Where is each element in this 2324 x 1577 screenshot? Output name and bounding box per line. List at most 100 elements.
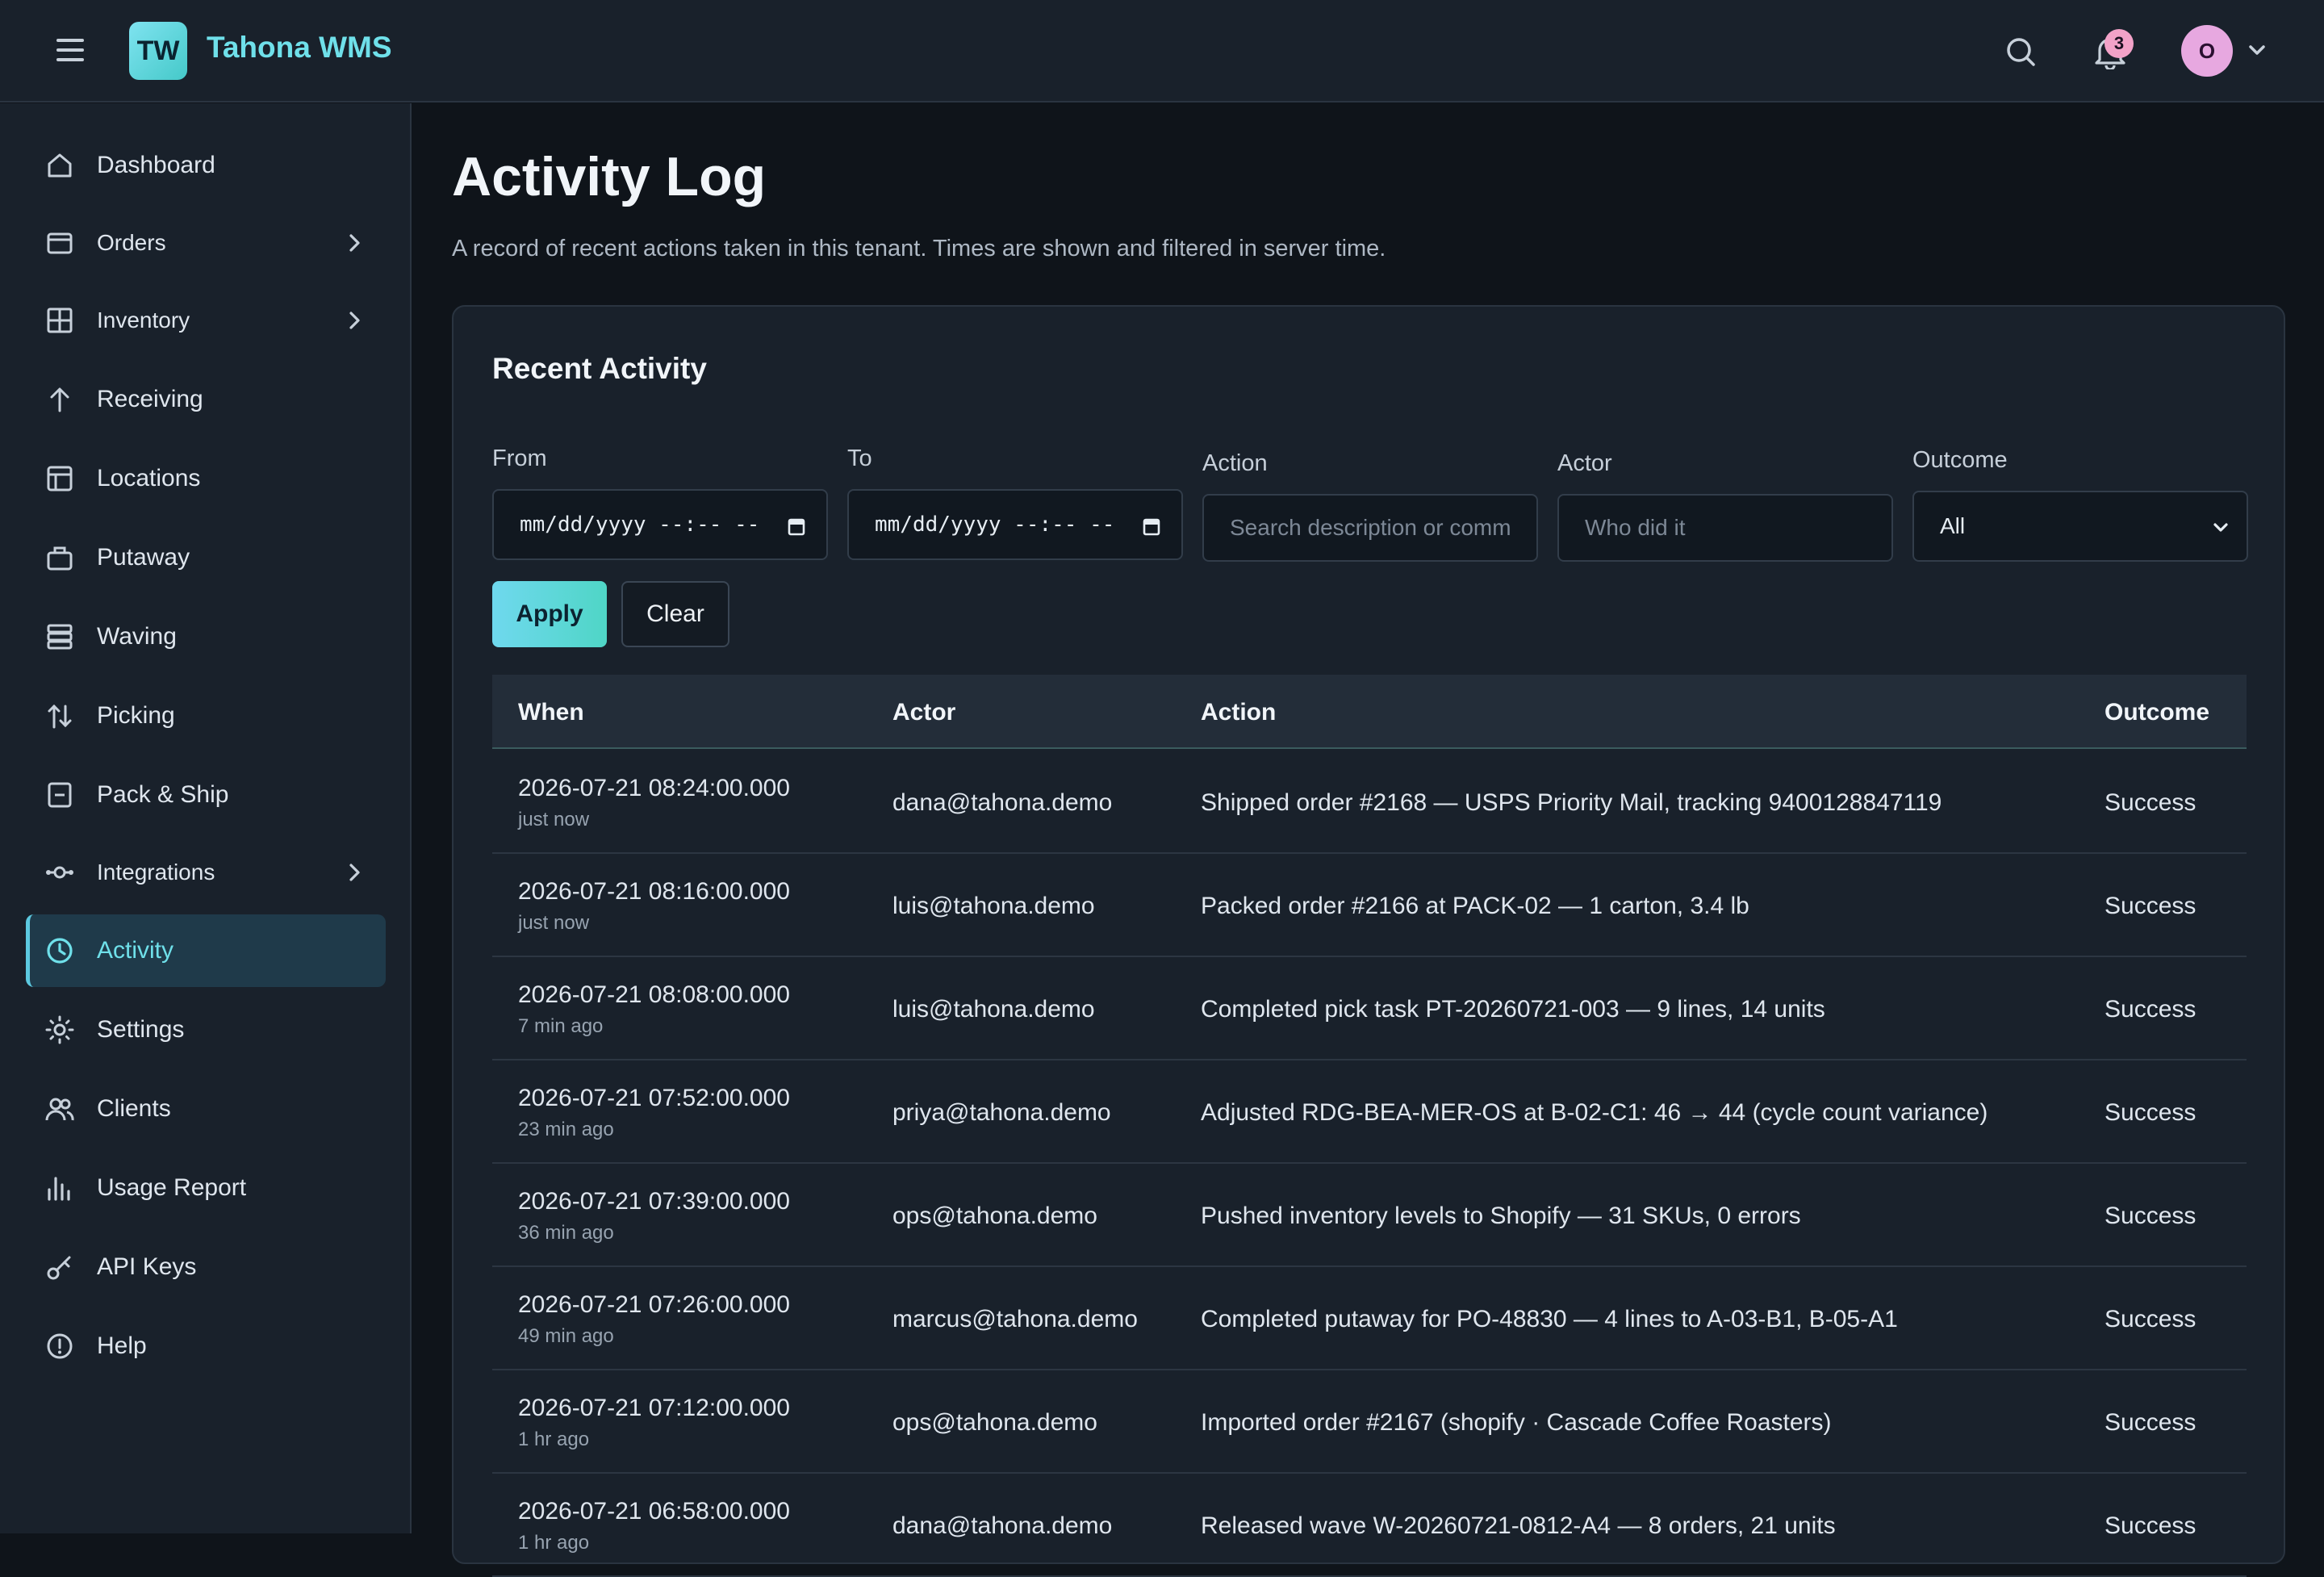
sidebar-item-receiving[interactable]: Receiving [26,363,386,436]
from-datetime-input[interactable]: mm/dd/yyyy --:-- -- [492,489,828,560]
table-row[interactable]: 2026-07-21 06:58:00.000 1 hr ago dana@ta… [492,1474,2247,1577]
row-relative-time: 23 min ago [518,1119,614,1140]
sidebar-item-integrations[interactable]: Integrations [26,836,386,909]
users-icon [45,1098,74,1121]
to-datetime-input[interactable]: mm/dd/yyyy --:-- -- [847,489,1183,560]
row-timestamp: 2026-07-21 08:16:00.000 [518,878,790,905]
top-bar: TW Tahona WMS 3 O [0,0,2324,102]
table-row[interactable]: 2026-07-21 08:08:00.000 7 min ago luis@t… [492,957,2247,1060]
home-icon [48,153,72,178]
actor-label: Actor [1557,450,1612,476]
row-action: Completed pick task PT-20260721-003 — 9 … [1201,996,1825,1023]
table-row[interactable]: 2026-07-21 08:16:00.000 just now luis@ta… [492,854,2247,957]
chevron-down-icon [2213,523,2228,532]
table-row[interactable]: 2026-07-21 07:12:00.000 1 hr ago ops@tah… [492,1370,2247,1474]
row-outcome: Success [2105,1203,2197,1229]
row-actor: dana@tahona.demo [892,1512,1113,1539]
row-timestamp: 2026-07-21 08:08:00.000 [518,981,790,1008]
recent-activity-card: Recent Activity From mm/dd/yyyy --:-- --… [452,305,2285,1577]
column-header-actor[interactable]: Actor [892,699,955,726]
row-action: Shipped order #2168 — USPS Priority Mail… [1201,789,1942,816]
sidebar-item-waving[interactable]: Waving [26,600,386,673]
apply-button[interactable]: Apply [492,581,607,647]
row-action: Completed putaway for PO-48830 — 4 lines… [1201,1306,1898,1332]
table-row[interactable]: 2026-07-21 08:24:00.000 just now dana@ta… [492,751,2247,854]
sidebar-item-orders[interactable]: Orders [26,207,386,279]
sidebar-item-putaway[interactable]: Putaway [26,521,386,594]
row-relative-time: 1 hr ago [518,1429,590,1450]
row-relative-time: 7 min ago [518,1015,604,1037]
clock-icon [47,938,73,964]
row-action: Adjusted RDG-BEA-MER-OS at B-02-C1: 46 →… [1201,1099,1988,1126]
logo-badge: TW [129,22,187,80]
column-header-when[interactable]: When [518,699,584,726]
row-action: Packed order #2166 at PACK-02 — 1 carton… [1201,893,1749,919]
outcome-select[interactable]: All [1912,491,2248,562]
calendar-icon[interactable] [788,517,805,536]
locations-icon [47,466,73,492]
notification-count-badge: 3 [2105,29,2134,58]
row-actor: dana@tahona.demo [892,789,1113,816]
action-search-input[interactable]: Search description or comm [1202,494,1538,562]
table-row[interactable]: 2026-07-21 07:52:00.000 23 min ago priya… [492,1060,2247,1164]
row-actor: priya@tahona.demo [892,1099,1111,1126]
sidebar-item-locations[interactable]: Locations [26,442,386,515]
sidebar-item-activity[interactable]: Activity [26,914,386,987]
clear-button[interactable]: Clear [621,581,729,647]
grid-icon [47,307,73,333]
actor-input[interactable]: Who did it [1557,494,1893,562]
column-header-outcome[interactable]: Outcome [2105,699,2209,726]
outcome-label: Outcome [1912,447,2008,473]
row-relative-time: just now [518,809,590,830]
card-title: Recent Activity [492,352,707,385]
row-relative-time: just now [518,912,590,934]
sidebar-item-help[interactable]: Help [26,1310,386,1382]
row-outcome: Success [2105,1409,2197,1436]
table-row[interactable]: 2026-07-21 07:26:00.000 49 min ago marcu… [492,1267,2247,1370]
chevron-right-icon [349,234,360,252]
column-header-action[interactable]: Action [1201,699,1276,726]
row-timestamp: 2026-07-21 07:26:00.000 [518,1291,790,1318]
chevron-right-icon [349,312,360,329]
calendar-icon[interactable] [1143,517,1160,536]
hamburger-menu-icon[interactable] [56,39,84,63]
sidebar: Dashboard Orders Inventory Receiving Loc… [0,103,412,1533]
pack-icon [48,782,72,808]
from-label: From [492,445,547,471]
search-icon[interactable] [2004,36,2037,68]
sidebar-item-dashboard[interactable]: Dashboard [26,129,386,202]
stack-icon [47,624,73,650]
bar-chart-icon [48,1177,70,1201]
row-outcome: Success [2105,996,2197,1023]
row-outcome: Success [2105,893,2197,919]
row-relative-time: 36 min ago [518,1222,614,1244]
row-outcome: Success [2105,1512,2197,1539]
sidebar-item-picking[interactable]: Picking [26,680,386,752]
table-row[interactable]: 2026-07-21 07:39:00.000 36 min ago ops@t… [492,1164,2247,1267]
row-outcome: Success [2105,1306,2197,1332]
row-actor: ops@tahona.demo [892,1409,1097,1436]
table-header: When Actor Action Outcome [492,675,2247,749]
row-outcome: Success [2105,1099,2197,1126]
row-timestamp: 2026-07-21 07:52:00.000 [518,1085,790,1111]
row-timestamp: 2026-07-21 06:58:00.000 [518,1498,790,1525]
integrations-icon [46,866,73,879]
row-relative-time: 1 hr ago [518,1532,590,1554]
row-action: Released wave W-20260721-0812-A4 — 8 ord… [1201,1512,1836,1539]
row-relative-time: 49 min ago [518,1325,614,1347]
user-avatar[interactable]: O [2181,25,2233,77]
sidebar-item-api-keys[interactable]: API Keys [26,1231,386,1303]
sidebar-item-usage-report[interactable]: Usage Report [26,1152,386,1224]
row-timestamp: 2026-07-21 07:12:00.000 [518,1395,790,1421]
sidebar-item-clients[interactable]: Clients [26,1073,386,1145]
row-timestamp: 2026-07-21 08:24:00.000 [518,775,790,801]
page-subtitle: A record of recent actions taken in this… [452,236,1386,261]
row-actor: luis@tahona.demo [892,893,1095,919]
chevron-down-icon[interactable] [2248,44,2266,56]
sidebar-item-pack-ship[interactable]: Pack & Ship [26,759,386,831]
action-label: Action [1202,450,1268,476]
box-icon [47,546,73,571]
app-name[interactable]: Tahona WMS [207,31,392,65]
sidebar-item-inventory[interactable]: Inventory [26,284,386,357]
sidebar-item-settings[interactable]: Settings [26,993,386,1066]
